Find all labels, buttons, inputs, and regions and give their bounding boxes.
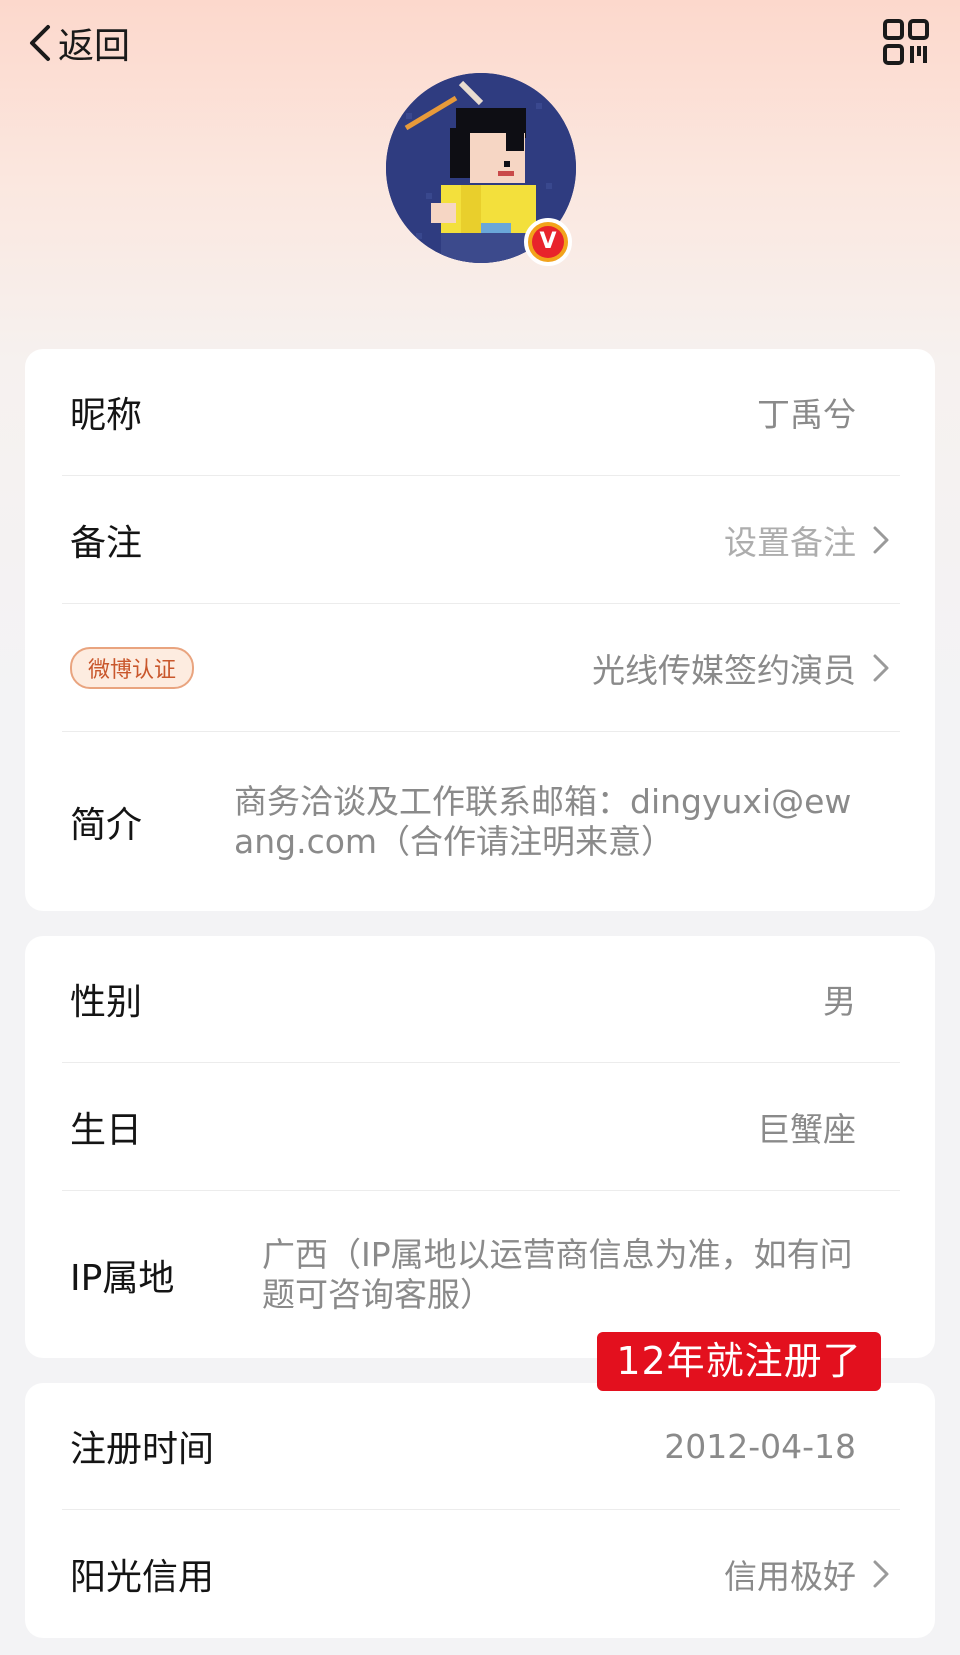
sunshine-credit-row[interactable]: 阳光信用 信用极好: [62, 1510, 900, 1638]
nickname-value: 丁禹兮: [757, 395, 856, 434]
profile-detail-card: 性别 男 生日 巨蟹座 IP属地 广西（IP属地以运营商信息为准，如有问题可咨询…: [25, 936, 935, 1358]
chevron-right-icon: [873, 654, 889, 681]
ip-location-value: 广西（IP属地以运营商信息为准，如有问题可咨询客服）: [262, 1234, 853, 1314]
weibo-certification-badge: 微博认证: [70, 646, 195, 689]
verified-badge-icon: V: [532, 226, 564, 258]
certification-value: 光线传媒签约演员: [592, 650, 856, 690]
register-time-row: 注册时间 2012-04-18: [62, 1383, 900, 1510]
sunshine-credit-value: 信用极好: [724, 1557, 856, 1596]
ip-location-label: IP属地: [70, 1257, 175, 1299]
verified-badge: V: [524, 218, 572, 266]
nickname-label: 昵称: [70, 395, 143, 436]
sunshine-credit-label: 阳光信用: [70, 1557, 215, 1598]
back-button[interactable]: 返回: [24, 18, 130, 68]
certification-row[interactable]: 微博认证 光线传媒签约演员: [62, 604, 900, 732]
birthday-label: 生日: [70, 1109, 143, 1151]
gender-label: 性别: [70, 982, 143, 1023]
bio-label: 简介: [70, 804, 143, 846]
gender-row: 性别 男: [62, 936, 900, 1063]
qr-code-icon[interactable]: [882, 18, 930, 66]
account-info-card: 注册时间 2012-04-18 阳光信用 信用极好: [25, 1383, 935, 1638]
remark-label: 备注: [70, 522, 143, 564]
remark-row[interactable]: 备注 设置备注: [62, 476, 900, 604]
remark-value: 设置备注: [724, 522, 856, 562]
profile-info-card: 昵称 丁禹兮 备注 设置备注 微博认证 光线传媒签约演员 简介 商务洽谈及工作联…: [25, 349, 935, 911]
birthday-value: 巨蟹座: [757, 1109, 856, 1149]
bio-row: 简介 商务洽谈及工作联系邮箱：dingyuxi@ewang.com（合作请注明来…: [62, 732, 900, 911]
bio-value: 商务洽谈及工作联系邮箱：dingyuxi@ewang.com（合作请注明来意）: [234, 781, 852, 861]
register-time-value: 2012-04-18: [664, 1426, 856, 1466]
nickname-row: 昵称 丁禹兮: [62, 349, 900, 476]
register-time-label: 注册时间: [70, 1429, 215, 1470]
chevron-right-icon: [873, 526, 889, 553]
back-label: 返回: [58, 26, 131, 67]
chevron-left-icon: [30, 25, 50, 61]
gender-value: 男: [823, 982, 856, 1021]
annotation-label: 12年就注册了: [597, 1332, 881, 1391]
chevron-right-icon: [873, 1560, 889, 1588]
birthday-row: 生日 巨蟹座: [62, 1063, 900, 1191]
